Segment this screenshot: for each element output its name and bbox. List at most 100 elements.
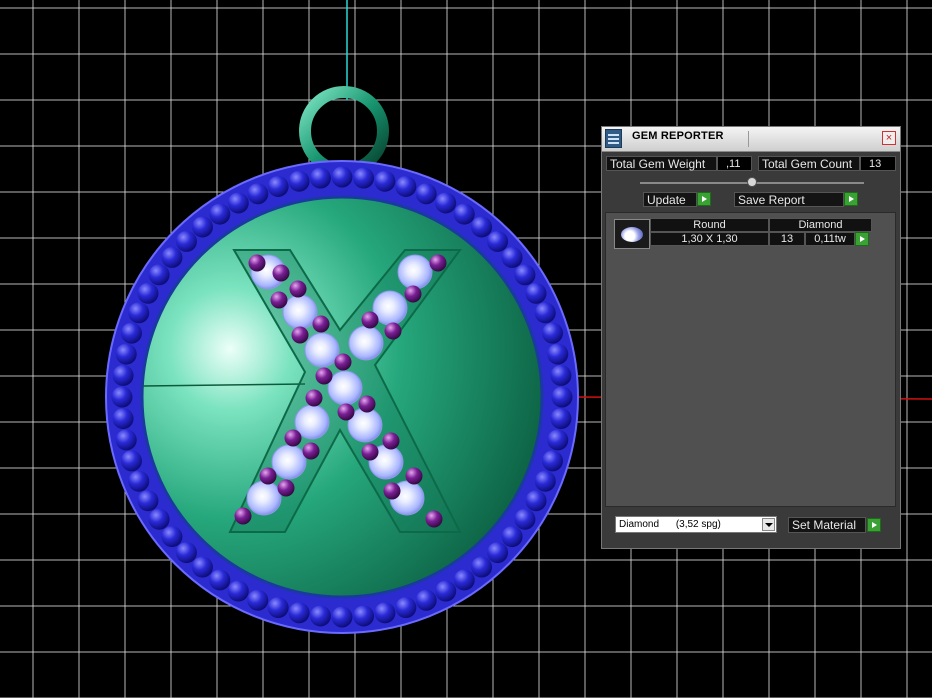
panel-titlebar[interactable]: GEM REPORTER × [602, 127, 900, 152]
bezel-bead [487, 230, 509, 252]
gem-row-play-icon[interactable] [855, 232, 869, 246]
bezel-bead [175, 230, 197, 252]
bezel-bead [267, 597, 289, 619]
bezel-bead [161, 246, 183, 268]
bezel-bead [111, 386, 133, 408]
bezel-bead [542, 450, 564, 472]
accent-stone [404, 285, 422, 303]
bezel-bead [435, 192, 457, 214]
bezel-bead [415, 183, 437, 205]
bezel-bead [288, 170, 310, 192]
set-material-button[interactable]: Set Material [788, 517, 866, 533]
diamond-stone [271, 444, 307, 480]
bezel-bead [501, 246, 523, 268]
save-report-button[interactable]: Save Report [734, 192, 844, 207]
bezel-bead [161, 526, 183, 548]
bezel-bead [534, 470, 556, 492]
bezel-bead [120, 322, 142, 344]
accent-stone [272, 264, 290, 282]
bezel-bead [547, 429, 569, 451]
round-gem-icon [614, 219, 650, 249]
accent-stone [291, 326, 309, 344]
bezel-bead [501, 526, 523, 548]
accent-stone [259, 467, 277, 485]
bezel-bead [542, 322, 564, 344]
set-material-play-icon[interactable] [867, 518, 881, 532]
close-icon[interactable]: × [882, 131, 896, 145]
bezel-bead [309, 167, 331, 189]
chevron-down-icon[interactable] [762, 518, 775, 531]
material-select[interactable]: Diamond (3,52 spg) [615, 516, 777, 533]
bezel-bead [191, 556, 213, 578]
bezel-bead [148, 508, 170, 530]
bezel-bead [227, 580, 249, 602]
accent-stone [305, 389, 323, 407]
total-gem-weight-label: Total Gem Weight [606, 156, 717, 171]
accent-stone [302, 442, 320, 460]
update-play-icon[interactable] [697, 192, 711, 206]
column-header-shape: Round [650, 218, 769, 232]
accent-stone [312, 315, 330, 333]
gem-size-cell: 1,30 X 1,30 [650, 232, 769, 246]
gem-count-cell: 13 [769, 232, 805, 246]
total-gem-count-label: Total Gem Count [758, 156, 860, 171]
bezel-bead [534, 302, 556, 324]
accent-stone [234, 507, 252, 525]
diamond-stone [397, 254, 433, 290]
accent-stone [337, 403, 355, 421]
bezel-bead [487, 542, 509, 564]
bezel-bead [550, 408, 572, 430]
bezel-bead [247, 183, 269, 205]
bezel-bead [435, 580, 457, 602]
bezel-bead [137, 282, 159, 304]
bezel-bead [137, 490, 159, 512]
bezel-bead [288, 602, 310, 624]
update-button[interactable]: Update [643, 192, 697, 207]
bezel-bead [525, 282, 547, 304]
diamond-stone [348, 325, 384, 361]
accent-stone [405, 467, 423, 485]
accent-stone [361, 443, 379, 461]
titlebar-separator [748, 131, 749, 147]
diamond-stone [246, 480, 282, 516]
bezel-bead [550, 364, 572, 386]
gem-weight-cell: 0,11tw [805, 232, 855, 246]
bezel-bead [115, 429, 137, 451]
bezel-bead [115, 343, 137, 365]
accent-stone [429, 254, 447, 272]
bezel-bead [247, 589, 269, 611]
save-report-play-icon[interactable] [844, 192, 858, 206]
bezel-bead [525, 490, 547, 512]
bezel-bead [267, 175, 289, 197]
accent-stone [284, 429, 302, 447]
accent-stone [383, 482, 401, 500]
bezel-bead [547, 343, 569, 365]
bezel-bead [120, 450, 142, 472]
material-select-detail: (3,52 spg) [675, 519, 721, 530]
bezel-bead [209, 569, 231, 591]
bezel-bead [331, 606, 353, 628]
accent-stone [315, 367, 333, 385]
bezel-bead [395, 597, 417, 619]
bezel-bead [128, 302, 150, 324]
accent-stone [270, 291, 288, 309]
bezel-bead [128, 470, 150, 492]
diamond-stone [304, 332, 340, 368]
slider-thumb[interactable] [747, 177, 757, 187]
bezel-bead [551, 386, 573, 408]
accent-stone [289, 280, 307, 298]
accent-stone [382, 432, 400, 450]
bezel-bead [112, 408, 134, 430]
pendant[interactable] [105, 160, 579, 634]
accent-stone [361, 311, 379, 329]
pendant-bail[interactable] [299, 86, 389, 176]
bezel-bead [374, 602, 396, 624]
bezel-bead [148, 264, 170, 286]
material-select-value: Diamond [619, 519, 660, 530]
bezel-bead [175, 542, 197, 564]
bezel-bead [453, 203, 475, 225]
bezel-bead [395, 175, 417, 197]
accent-stone [358, 395, 376, 413]
gem-list[interactable]: Round Diamond 1,30 X 1,30 13 0,11tw [605, 212, 896, 507]
bezel-bead [514, 264, 536, 286]
